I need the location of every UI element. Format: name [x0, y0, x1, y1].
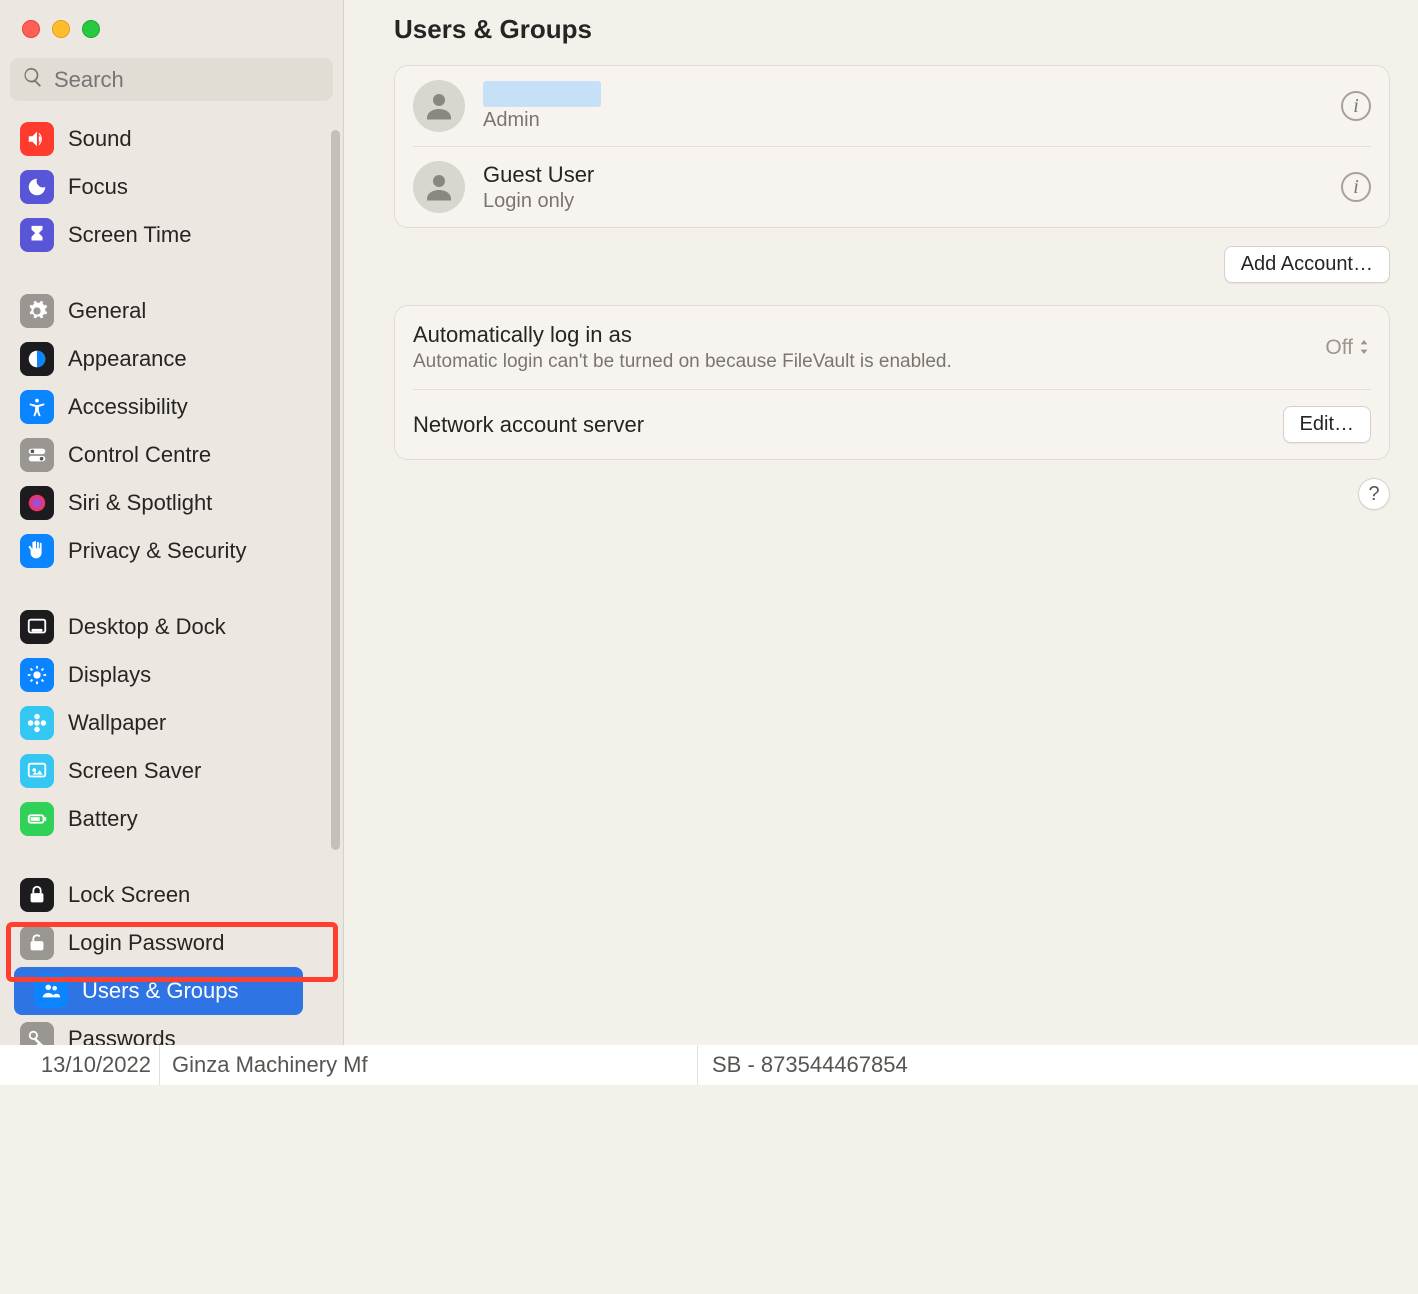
sidebar-item-control-centre[interactable]: Control Centre — [0, 431, 343, 479]
avatar — [413, 161, 465, 213]
flower-icon — [20, 706, 54, 740]
sidebar-item-label: Battery — [68, 806, 138, 832]
screensaver-icon — [20, 754, 54, 788]
sidebar-scrollbar-thumb[interactable] — [331, 130, 340, 850]
user-row[interactable]: Anil Bagga Admin i — [395, 66, 1389, 146]
hourglass-icon — [20, 218, 54, 252]
users-icon — [34, 974, 68, 1008]
switches-icon — [20, 438, 54, 472]
autologin-sub: Automatic login can't be turned on becau… — [413, 351, 1307, 373]
sidebar-item-accessibility[interactable]: Accessibility — [0, 383, 343, 431]
sidebar-item-login-password[interactable]: Login Password — [0, 919, 343, 967]
sidebar-item-lock-screen[interactable]: Lock Screen — [0, 871, 343, 919]
sidebar-item-label: Displays — [68, 662, 151, 688]
bg-ref: SB - 873544467854 — [698, 1045, 1418, 1085]
sidebar-item-label: Siri & Spotlight — [68, 490, 212, 516]
user-name: Anil Bagga — [483, 81, 601, 107]
sidebar-item-label: Screen Saver — [68, 758, 201, 784]
sidebar-item-label: Sound — [68, 126, 132, 152]
sidebar-item-label: Passwords — [68, 1026, 176, 1045]
siri-icon — [20, 486, 54, 520]
bg-desc: Ginza Machinery Mf — [160, 1045, 698, 1085]
sidebar-item-appearance[interactable]: Appearance — [0, 335, 343, 383]
sun-icon — [20, 658, 54, 692]
avatar — [413, 80, 465, 132]
sidebar-item-label: Users & Groups — [82, 978, 239, 1004]
sidebar-item-sound[interactable]: Sound — [0, 115, 343, 163]
page-title: Users & Groups — [394, 14, 1390, 65]
sidebar-item-privacy-security[interactable]: Privacy & Security — [0, 527, 343, 575]
window-controls — [0, 0, 343, 58]
add-account-button[interactable]: Add Account… — [1224, 246, 1390, 283]
sidebar-item-label: Login Password — [68, 930, 225, 956]
user-role: Login only — [483, 190, 1323, 213]
sidebar-item-focus[interactable]: Focus — [0, 163, 343, 211]
settings-window: Sound Focus Screen Time General Appearance Ac… — [0, 0, 1418, 1045]
content-pane: Users & Groups Anil Bagga Admin i Guest … — [344, 0, 1418, 1045]
login-settings-card: Automatically log in as Automatic login … — [394, 305, 1390, 460]
sidebar-item-label: Appearance — [68, 346, 187, 372]
sidebar: Sound Focus Screen Time General Appearance Ac… — [0, 0, 344, 1045]
help-button[interactable]: ? — [1358, 478, 1390, 510]
hand-icon — [20, 534, 54, 568]
close-window-button[interactable] — [22, 20, 40, 38]
lock-icon — [20, 878, 54, 912]
search-input[interactable] — [54, 67, 321, 93]
sidebar-item-label: Wallpaper — [68, 710, 166, 736]
user-name: Guest User — [483, 162, 1323, 188]
background-table-row: 13/10/2022 Ginza Machinery Mf SB - 87354… — [0, 1045, 1418, 1085]
sidebar-item-label: Lock Screen — [68, 882, 190, 908]
sidebar-item-label: Desktop & Dock — [68, 614, 226, 640]
appearance-icon — [20, 342, 54, 376]
sidebar-item-battery[interactable]: Battery — [0, 795, 343, 843]
sidebar-item-passwords[interactable]: Passwords — [0, 1015, 343, 1045]
sidebar-item-label: Focus — [68, 174, 128, 200]
network-server-title: Network account server — [413, 412, 1265, 438]
info-button[interactable]: i — [1341, 172, 1371, 202]
speaker-icon — [20, 122, 54, 156]
sidebar-item-label: Control Centre — [68, 442, 211, 468]
zoom-window-button[interactable] — [82, 20, 100, 38]
autologin-row: Automatically log in as Automatic login … — [395, 306, 1389, 389]
sidebar-item-displays[interactable]: Displays — [0, 651, 343, 699]
autologin-value: Off — [1325, 336, 1353, 360]
sidebar-item-label: Screen Time — [68, 222, 192, 248]
accessibility-icon — [20, 390, 54, 424]
edit-button[interactable]: Edit… — [1283, 406, 1371, 443]
bg-date: 13/10/2022 — [0, 1045, 160, 1085]
moon-icon — [20, 170, 54, 204]
autologin-title: Automatically log in as — [413, 322, 1307, 348]
dock-icon — [20, 610, 54, 644]
autologin-select[interactable]: Off — [1325, 336, 1371, 360]
sidebar-item-label: Accessibility — [68, 394, 188, 420]
sidebar-item-screen-saver[interactable]: Screen Saver — [0, 747, 343, 795]
user-role: Admin — [483, 109, 1323, 132]
sidebar-item-wallpaper[interactable]: Wallpaper — [0, 699, 343, 747]
sidebar-item-users-groups[interactable]: Users & Groups — [14, 967, 303, 1015]
search-field[interactable] — [10, 58, 333, 101]
info-button[interactable]: i — [1341, 91, 1371, 121]
sidebar-item-desktop-dock[interactable]: Desktop & Dock — [0, 603, 343, 651]
chevron-up-down-icon — [1357, 336, 1371, 360]
sidebar-item-screen-time[interactable]: Screen Time — [0, 211, 343, 259]
sidebar-item-siri-spotlight[interactable]: Siri & Spotlight — [0, 479, 343, 527]
key-icon — [20, 1022, 54, 1045]
sidebar-item-general[interactable]: General — [0, 287, 343, 335]
user-row[interactable]: Guest User Login only i — [413, 146, 1371, 227]
minimize-window-button[interactable] — [52, 20, 70, 38]
battery-icon — [20, 802, 54, 836]
users-card: Anil Bagga Admin i Guest User Login only… — [394, 65, 1390, 228]
sidebar-item-label: General — [68, 298, 146, 324]
sidebar-list[interactable]: Sound Focus Screen Time General Appearance Ac… — [0, 115, 343, 1045]
gear-icon — [20, 294, 54, 328]
search-icon — [22, 66, 44, 93]
sidebar-item-label: Privacy & Security — [68, 538, 247, 564]
lock-open-icon — [20, 926, 54, 960]
network-server-row: Network account server Edit… — [413, 389, 1371, 459]
